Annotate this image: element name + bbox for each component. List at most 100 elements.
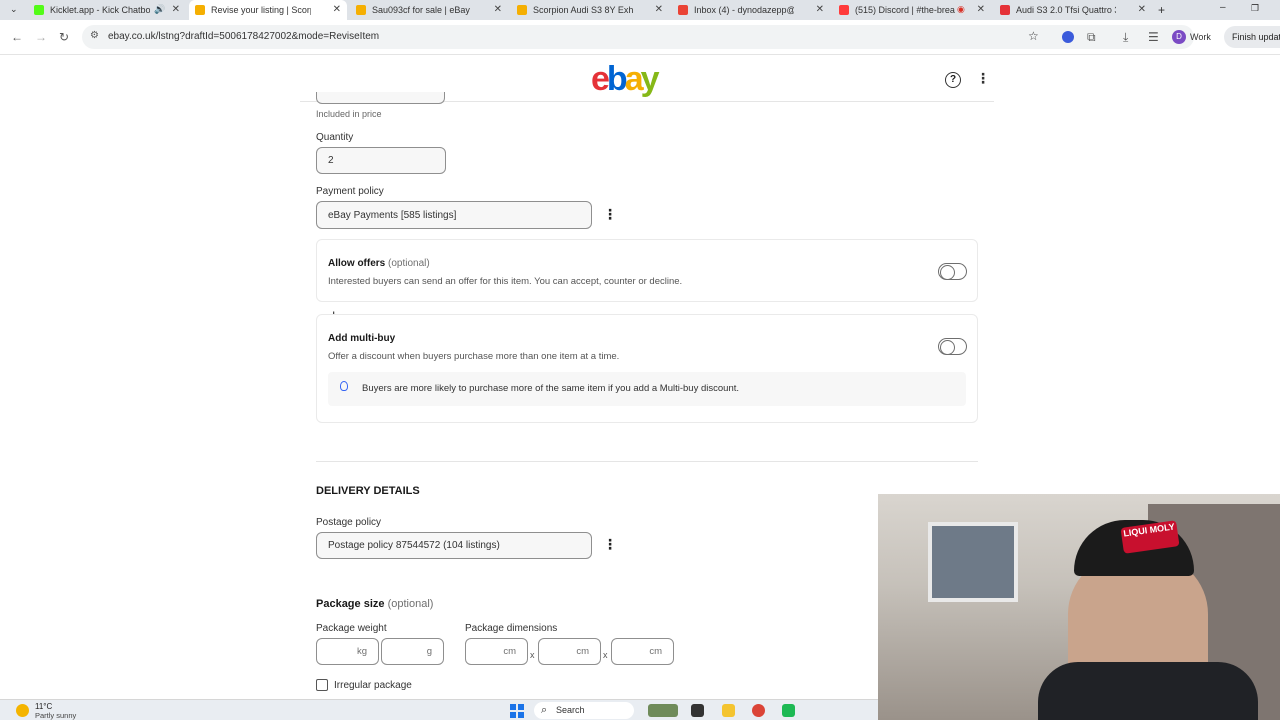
payment-policy-options-icon[interactable]: ⋮ xyxy=(599,203,621,225)
tab-list-icon[interactable]: ☰ xyxy=(1148,30,1159,44)
delivery-details-heading: DELIVERY DETAILS xyxy=(316,485,420,497)
multi-buy-tip: Buyers are more likely to purchase more … xyxy=(328,372,966,406)
allow-offers-title: Allow offers (optional) xyxy=(328,258,430,269)
recording-icon: ◉ xyxy=(957,4,965,14)
browser-tab-strip: ⌄ Kicklet.app - Kick Chatbot a 🔊 ✕ Revis… xyxy=(0,0,1280,20)
maximize-icon[interactable]: ❐ xyxy=(1251,3,1259,14)
listing-favicon-icon xyxy=(1000,5,1010,15)
payment-policy-label: Payment policy xyxy=(316,186,384,197)
url-text[interactable]: ebay.co.uk/lstng?draftId=5006178427002&m… xyxy=(108,31,379,42)
ebay-favicon-icon xyxy=(356,5,366,15)
postage-policy-label: Postage policy xyxy=(316,517,382,528)
tab-title: Revise your listing | Scorpion 3 xyxy=(211,5,311,15)
payment-policy-select[interactable]: eBay Payments [585 listings] xyxy=(316,201,592,229)
taskbar-search[interactable]: Search xyxy=(534,702,634,719)
tab-title: (515) Discord | #the-break- xyxy=(855,5,955,15)
quantity-label: Quantity xyxy=(316,132,354,143)
reload-icon[interactable]: ↻ xyxy=(59,30,69,44)
weather-sun-icon[interactable] xyxy=(16,704,29,717)
extension-badge-icon[interactable] xyxy=(1062,31,1074,43)
speaker-icon: 🔊 xyxy=(154,4,166,14)
multi-buy-toggle[interactable] xyxy=(938,338,967,355)
tab-scorpion-exhaust[interactable]: Scorpion Audi S3 8Y Exhaust S ✕ xyxy=(511,0,669,20)
webcam-hoodie xyxy=(1038,662,1258,720)
weather-description[interactable]: Partly sunny xyxy=(35,711,76,720)
irregular-package-label: Irregular package xyxy=(334,680,412,691)
browser-toolbar: ← → ↻ ⚙ ebay.co.uk/lstng?draftId=5006178… xyxy=(0,20,1280,55)
multi-buy-title: Add multi-buy xyxy=(328,333,396,344)
close-tab-icon[interactable]: ✕ xyxy=(333,4,341,15)
tab-title: Scorpion Audi S3 8Y Exhaust S xyxy=(533,5,633,15)
webcam-overlay: LIQUI MOLY xyxy=(878,494,1280,720)
app-green-icon[interactable] xyxy=(782,704,795,717)
weight-kg-input[interactable]: kg xyxy=(316,638,379,665)
download-icon[interactable]: ⤓ xyxy=(1123,30,1128,45)
more-options-icon[interactable]: ⋮ xyxy=(976,70,990,87)
tab-audi-s3[interactable]: Audi S3 2.0 Tfsi Quattro 3-door ✕ xyxy=(994,0,1152,20)
extensions-puzzle-icon[interactable]: ⧉ xyxy=(1087,30,1096,45)
section-divider xyxy=(316,461,978,462)
forward-icon[interactable]: → xyxy=(35,30,47,44)
file-explorer-icon[interactable] xyxy=(722,704,735,717)
postage-policy-options-icon[interactable]: ⋮ xyxy=(599,533,621,555)
youtube-favicon-icon xyxy=(839,5,849,15)
package-dimensions-label: Package dimensions xyxy=(465,623,558,634)
task-view-icon[interactable] xyxy=(691,704,704,717)
allow-offers-card: Allow offers (optional) Interested buyer… xyxy=(316,239,978,302)
back-icon[interactable]: ← xyxy=(11,30,23,44)
tab-search-icon[interactable]: ⌄ xyxy=(10,4,18,15)
address-bar[interactable]: ⚙ ebay.co.uk/lstng?draftId=5006178427002… xyxy=(82,25,1194,49)
multi-buy-tip-text: Buyers are more likely to purchase more … xyxy=(362,383,740,394)
new-tab-icon[interactable]: + xyxy=(1158,3,1165,17)
dimension-separator: x xyxy=(603,650,608,660)
ebay-favicon-icon xyxy=(195,5,205,15)
multi-buy-card: Add multi-buy Offer a discount when buye… xyxy=(316,314,978,423)
dimension-separator: x xyxy=(530,650,535,660)
profile-label: Work xyxy=(1190,32,1211,42)
package-weight-label: Package weight xyxy=(316,623,387,634)
tab-title: Audi S3 2.0 Tfsi Quattro 3-door xyxy=(1016,5,1116,15)
close-tab-icon[interactable]: ✕ xyxy=(977,4,985,15)
ebay-favicon-icon xyxy=(517,5,527,15)
weight-g-input[interactable]: g xyxy=(381,638,444,665)
allow-offers-description: Interested buyers can send an offer for … xyxy=(328,276,683,287)
site-info-icon[interactable]: ⚙ xyxy=(90,30,99,41)
tab-kicklet[interactable]: Kicklet.app - Kick Chatbot a 🔊 ✕ xyxy=(28,0,186,20)
length-cm-input[interactable]: cm xyxy=(465,638,528,665)
bookmark-star-icon[interactable]: ☆ xyxy=(1028,29,1039,43)
minimize-icon[interactable]: – xyxy=(1220,2,1226,13)
profile-chip[interactable]: D Work xyxy=(1172,27,1216,47)
tab-title: Kicklet.app - Kick Chatbot a xyxy=(50,5,150,15)
close-tab-icon[interactable]: ✕ xyxy=(655,4,663,15)
tab-ebay-sale[interactable]: Sau093cf for sale | eBay ✕ xyxy=(350,0,508,20)
width-cm-input[interactable]: cm xyxy=(538,638,601,665)
close-tab-icon[interactable]: ✕ xyxy=(1138,4,1146,15)
close-tab-icon[interactable]: ✕ xyxy=(816,4,824,15)
kicklet-favicon-icon xyxy=(34,5,44,15)
included-in-price-hint: Included in price xyxy=(316,109,382,119)
allow-offers-toggle[interactable] xyxy=(938,263,967,280)
chrome-icon[interactable] xyxy=(752,704,765,717)
tab-discord[interactable]: (515) Discord | #the-break- ◉ ✕ xyxy=(833,0,991,20)
close-tab-icon[interactable]: ✕ xyxy=(172,4,180,15)
tab-revise-listing[interactable]: Revise your listing | Scorpion 3 ✕ xyxy=(189,0,347,20)
finish-update-button[interactable]: Finish update xyxy=(1224,26,1280,48)
quantity-input[interactable]: 2 xyxy=(316,147,446,174)
close-tab-icon[interactable]: ✕ xyxy=(494,4,502,15)
ebay-logo[interactable]: ebay xyxy=(591,60,660,99)
weather-temperature[interactable]: 11°C xyxy=(35,702,52,711)
gmail-favicon-icon xyxy=(678,5,688,15)
height-cm-input[interactable]: cm xyxy=(611,638,674,665)
tab-gmail-inbox[interactable]: Inbox (4) - dynodazepp@gmai ✕ xyxy=(672,0,830,20)
tab-title: Sau093cf for sale | eBay xyxy=(372,5,470,15)
help-icon[interactable]: ? xyxy=(945,72,961,88)
avatar: D xyxy=(1172,30,1186,44)
price-field-partial[interactable] xyxy=(316,92,445,104)
webcam-background-screen xyxy=(928,522,1018,602)
widgets-landscape-icon[interactable] xyxy=(648,704,678,717)
windows-start-icon[interactable] xyxy=(510,704,524,718)
windows-taskbar: 11°C Partly sunny Search xyxy=(0,699,878,720)
lightbulb-icon xyxy=(340,381,348,391)
postage-policy-select[interactable]: Postage policy 87544572 (104 listings) xyxy=(316,532,592,559)
irregular-package-checkbox[interactable] xyxy=(316,679,328,691)
